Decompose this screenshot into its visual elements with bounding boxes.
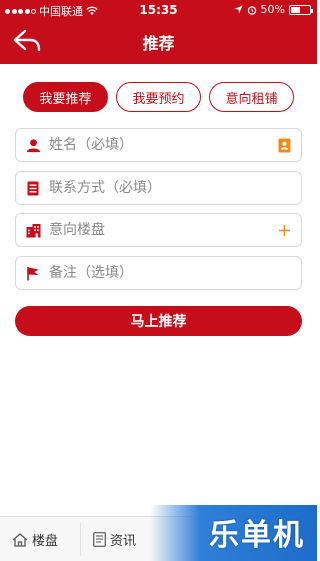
building-input[interactable] <box>49 222 276 238</box>
tab-bar-label-news: 资讯 <box>110 534 137 549</box>
tab-recommend[interactable]: 我要推荐 <box>23 82 108 112</box>
document-icon <box>25 180 41 196</box>
tab-bar-item-news[interactable]: 资讯 <box>93 517 136 561</box>
page-title: 推荐 <box>142 34 175 53</box>
add-building-button[interactable] <box>276 222 292 238</box>
alarm-icon <box>247 5 256 15</box>
back-arrow-icon <box>13 29 41 52</box>
plus-icon <box>278 224 290 236</box>
battery-level <box>291 6 300 13</box>
battery-percent: 50% <box>260 3 285 16</box>
contact-field <box>15 171 302 205</box>
contacts-book-button[interactable] <box>276 137 292 153</box>
person-icon <box>25 137 41 153</box>
news-icon <box>93 532 106 547</box>
watermark-logo: 乐单机 <box>209 518 305 553</box>
tab-lease-intent[interactable]: 意向租铺 <box>209 82 294 112</box>
submit-recommend-button[interactable]: 马上推荐 <box>15 306 302 336</box>
status-right: 50% <box>233 3 313 16</box>
building-field <box>15 213 302 247</box>
tab-bar-label-buildings: 楼盘 <box>32 534 59 549</box>
note-input[interactable] <box>49 265 301 281</box>
contacts-book-icon <box>278 138 290 152</box>
back-button[interactable] <box>12 28 44 56</box>
navigation-bar: 推荐 <box>0 20 317 64</box>
tab-bar-divider <box>80 523 81 556</box>
name-input[interactable] <box>49 137 276 153</box>
building-icon <box>25 222 41 238</box>
note-field <box>15 256 302 290</box>
battery-icon <box>289 4 313 15</box>
location-arrow-icon <box>233 5 243 14</box>
tab-reserve[interactable]: 我要预约 <box>116 82 201 112</box>
tab-bar-item-buildings[interactable]: 楼盘 <box>12 517 58 561</box>
contact-input[interactable] <box>49 180 301 196</box>
flag-icon <box>25 265 41 281</box>
name-field <box>15 128 302 162</box>
mode-tabs: 我要推荐 我要预约 意向租铺 <box>0 82 317 112</box>
status-bar: 中国联通 15:35 50% <box>0 0 317 20</box>
home-icon <box>12 532 28 547</box>
